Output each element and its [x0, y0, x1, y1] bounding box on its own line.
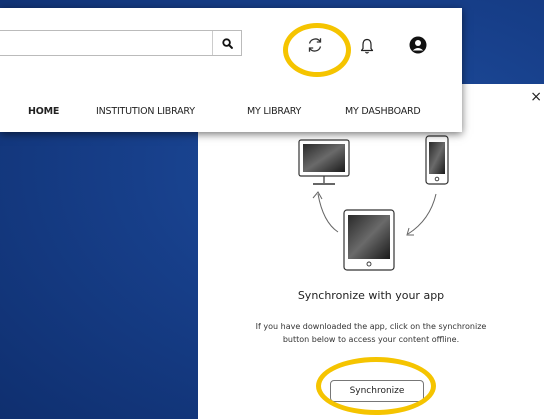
nav-item-my-library[interactable]: MY LIBRARY — [247, 106, 301, 117]
user-account-icon[interactable] — [408, 35, 428, 55]
search-icon[interactable] — [212, 31, 241, 55]
monitor-icon — [298, 139, 350, 185]
synchronize-button[interactable]: Synchronize — [330, 380, 424, 402]
nav-item-institution-library[interactable]: INSTITUTION LIBRARY — [96, 106, 195, 117]
modal-description-line: button below to access your content offl… — [282, 335, 460, 344]
search-bar — [0, 30, 242, 56]
sync-icon[interactable] — [304, 34, 326, 56]
bell-icon[interactable] — [358, 36, 376, 56]
phone-icon — [425, 135, 449, 185]
nav-item-home[interactable]: HOME — [28, 106, 59, 117]
tablet-icon — [343, 209, 395, 271]
modal-description: If you have downloaded the app, click on… — [198, 320, 544, 346]
sync-modal: × — [198, 84, 544, 419]
modal-title: Synchronize with your app — [297, 289, 445, 302]
main-navigation: HOME INSTITUTION LIBRARY MY LIBRARY MY D… — [0, 106, 462, 120]
modal-description-line: If you have downloaded the app, click on… — [255, 322, 487, 331]
nav-item-my-dashboard[interactable]: MY DASHBOARD — [345, 106, 421, 117]
search-input[interactable] — [6, 32, 210, 56]
header-panel: HOME INSTITUTION LIBRARY MY LIBRARY MY D… — [0, 8, 462, 132]
